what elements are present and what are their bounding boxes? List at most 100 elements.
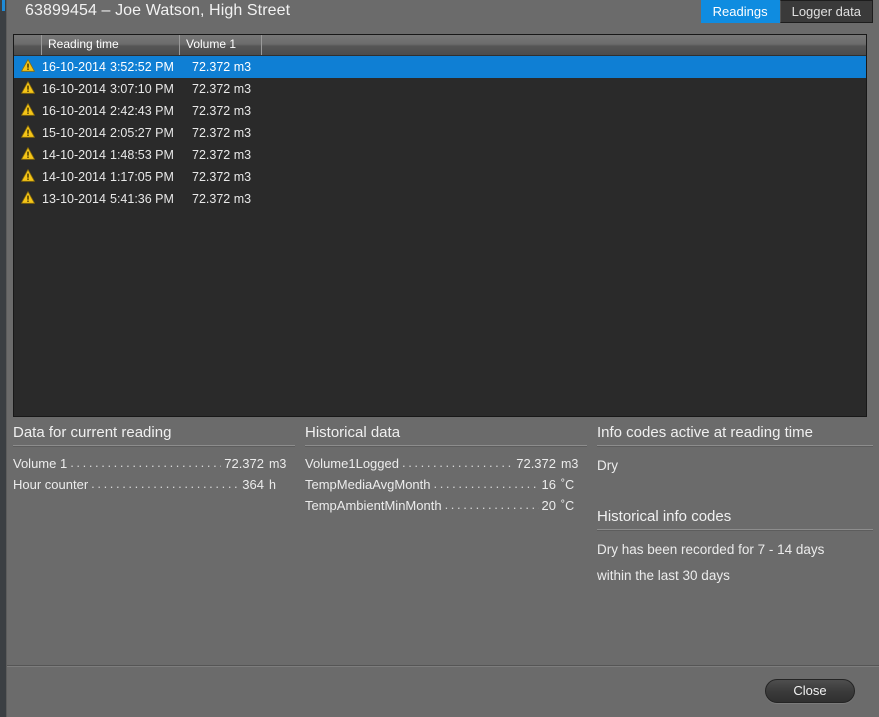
current-reading-leader: ........................................… [70, 455, 221, 470]
row-volume: 72.372 m3 [192, 192, 252, 206]
info-codes-spacer [597, 482, 873, 508]
table-row[interactable]: 14-10-2014 1:48:53 PM 72.372 m3 [14, 144, 866, 166]
row-time: 1:17:05 PM [110, 170, 174, 184]
historical-data-row: TempAmbientMinMonth.....................… [305, 497, 587, 519]
historical-data-unit: ˚C [561, 478, 575, 492]
historical-data-value: 20 [541, 498, 556, 513]
info-code-historical-item: Dry has been recorded for 7 - 14 days [597, 542, 825, 557]
table-row[interactable]: 16-10-2014 3:52:52 PM 72.372 m3 [14, 56, 866, 78]
historical-data-label: TempAmbientMinMonth [305, 498, 442, 513]
title-bar: 63899454 – Joe Watson, High Street Readi… [7, 0, 879, 28]
table-row[interactable]: 16-10-2014 3:07:10 PM 72.372 m3 [14, 78, 866, 100]
tab-readings[interactable]: Readings [700, 0, 780, 23]
row-status-icon-cell [14, 191, 42, 207]
historical-data-row: TempMediaAvgMonth.......................… [305, 476, 587, 498]
table-row[interactable]: 14-10-2014 1:17:05 PM 72.372 m3 [14, 166, 866, 188]
table-row[interactable]: 15-10-2014 2:05:27 PM 72.372 m3 [14, 122, 866, 144]
current-reading-value: 72.372 [224, 456, 264, 471]
info-codes-section: Info codes active at reading time Dry Hi… [597, 424, 873, 664]
tab-bar: Readings Logger data [700, 0, 873, 23]
current-reading-section: Data for current reading Volume 1.......… [13, 424, 295, 664]
row-time: 1:48:53 PM [110, 148, 174, 162]
row-date: 16-10-2014 [42, 82, 106, 96]
historical-data-leader: ........................................… [433, 476, 539, 491]
warning-icon [21, 169, 35, 185]
current-reading-list: Volume 1................................… [13, 455, 295, 498]
page-title: 63899454 – Joe Watson, High Street [25, 2, 291, 19]
current-reading-row: Volume 1................................… [13, 455, 295, 477]
row-volume: 72.372 m3 [192, 104, 252, 118]
readings-table[interactable]: Reading time Volume 1 16-10-2014 3:52:52 … [13, 34, 867, 417]
info-codes-active-title: Info codes active at reading time [597, 424, 813, 441]
current-reading-row: Hour counter............................… [13, 476, 295, 498]
table-header-row: Reading time Volume 1 [14, 35, 866, 56]
row-time: 3:52:52 PM [110, 60, 174, 74]
tab-logger-data[interactable]: Logger data [779, 0, 873, 23]
info-codes-historical-list: Dry has been recorded for 7 - 14 days wit… [597, 540, 873, 592]
row-volume: 72.372 m3 [192, 60, 252, 74]
historical-data-label: Volume1Logged [305, 456, 399, 471]
warning-icon [21, 103, 35, 119]
row-status-icon-cell [14, 103, 42, 119]
row-date: 15-10-2014 [42, 126, 106, 140]
historical-data-value: 16 [541, 477, 556, 492]
column-header-status[interactable] [14, 35, 42, 55]
info-codes-historical-title: Historical info codes [597, 508, 732, 525]
column-header-reading-time[interactable]: Reading time [42, 35, 180, 55]
current-reading-label: Hour counter [13, 477, 89, 492]
row-volume: 72.372 m3 [192, 148, 252, 162]
row-time: 2:05:27 PM [110, 126, 174, 140]
row-volume: 72.372 m3 [192, 126, 252, 140]
warning-icon [21, 125, 35, 141]
warning-icon [21, 59, 35, 75]
table-body: 16-10-2014 3:52:52 PM 72.372 m3 16-10-2014 3… [14, 56, 866, 210]
row-date: 13-10-2014 [42, 192, 106, 206]
row-time: 5:41:36 PM [110, 192, 174, 206]
info-code-active-item: Dry [597, 458, 618, 473]
row-status-icon-cell [14, 125, 42, 141]
row-volume: 72.372 m3 [192, 82, 252, 96]
info-codes-historical-divider [597, 529, 873, 531]
current-reading-unit: m3 [269, 457, 287, 471]
historical-data-unit: ˚C [561, 499, 575, 513]
historical-data-divider [305, 445, 587, 447]
current-reading-unit: h [269, 478, 276, 492]
info-codes-active-list: Dry [597, 456, 873, 482]
row-date: 14-10-2014 [42, 170, 106, 184]
info-codes-active-divider [597, 445, 873, 447]
readings-dialog: 63899454 – Joe Watson, High Street Readi… [0, 0, 879, 717]
table-row[interactable]: 16-10-2014 2:42:43 PM 72.372 m3 [14, 100, 866, 122]
historical-data-list: Volume1Logged...........................… [305, 455, 587, 519]
warning-icon [21, 191, 35, 207]
current-reading-label: Volume 1 [13, 456, 68, 471]
current-reading-title: Data for current reading [13, 424, 172, 441]
warning-icon [21, 81, 35, 97]
historical-data-unit: m3 [561, 457, 579, 471]
footer-divider [7, 665, 879, 667]
info-panel: Data for current reading Volume 1.......… [7, 424, 879, 664]
column-header-volume-1[interactable]: Volume 1 [180, 35, 262, 55]
table-row[interactable]: 13-10-2014 5:41:36 PM 72.372 m3 [14, 188, 866, 210]
warning-icon [21, 147, 35, 163]
column-header-filler [262, 35, 866, 55]
window-left-accent [2, 0, 5, 11]
row-time: 3:07:10 PM [110, 82, 174, 96]
historical-data-row: Volume1Logged...........................… [305, 455, 587, 477]
close-button[interactable]: Close [765, 679, 855, 703]
row-date: 16-10-2014 [42, 60, 106, 74]
historical-data-value: 72.372 [516, 456, 556, 471]
historical-data-title: Historical data [305, 424, 401, 441]
current-reading-divider [13, 445, 295, 447]
row-status-icon-cell [14, 59, 42, 75]
historical-data-section: Historical data Volume1Logged...........… [305, 424, 587, 664]
row-status-icon-cell [14, 147, 42, 163]
historical-data-leader: ........................................… [444, 497, 539, 512]
row-date: 16-10-2014 [42, 104, 106, 118]
current-reading-value: 364 [242, 477, 264, 492]
row-volume: 72.372 m3 [192, 170, 252, 184]
row-time: 2:42:43 PM [110, 104, 174, 118]
current-reading-leader: ........................................… [91, 476, 239, 491]
historical-data-label: TempMediaAvgMonth [305, 477, 431, 492]
info-code-historical-item: within the last 30 days [597, 568, 730, 583]
historical-data-leader: ........................................… [401, 455, 514, 470]
